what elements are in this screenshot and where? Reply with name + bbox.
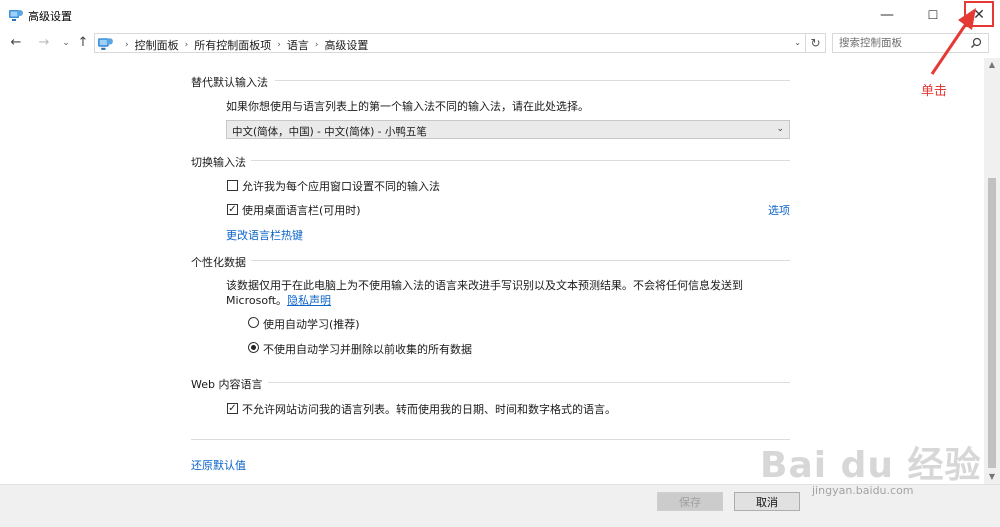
annotation-label: 单击 xyxy=(921,84,948,99)
scroll-down-icon[interactable]: ▼ xyxy=(984,470,1000,484)
section-title-personalization: 个性化数据 xyxy=(191,256,246,269)
default-input-description: 如果你想使用与语言列表上的第一个输入法不同的输入法，请在此处选择。 xyxy=(226,100,589,113)
web-language-list-checkbox[interactable]: ✓ xyxy=(227,403,238,414)
minimize-button[interactable]: — xyxy=(864,0,910,30)
checkmark-icon: ✓ xyxy=(228,203,237,215)
no-auto-learning-radio[interactable] xyxy=(248,342,259,353)
maximize-icon: ☐ xyxy=(927,8,939,22)
breadcrumb-separator[interactable]: › xyxy=(277,40,281,50)
restore-defaults-link[interactable]: 还原默认值 xyxy=(191,457,246,473)
privacy-statement-link[interactable]: 隐私声明 xyxy=(287,294,331,307)
up-arrow-icon[interactable]: ↑ xyxy=(75,35,91,50)
section-title-switch-input: 切换输入法 xyxy=(191,156,246,169)
forward-arrow-icon[interactable]: → xyxy=(36,35,52,50)
control-panel-icon xyxy=(98,38,113,50)
navigation-bar: ← → ⌄ ↑ › 控制面板 › 所有控制面板项 › 语言 › 高级设置 ⌄ ↻ xyxy=(0,30,1000,56)
chevron-down-icon: ⌄ xyxy=(776,124,784,134)
change-hotkeys-link[interactable]: 更改语言栏热键 xyxy=(226,227,303,243)
breadcrumb-item-language[interactable]: 语言 xyxy=(287,37,309,53)
minimize-icon: — xyxy=(880,7,894,23)
address-bar[interactable]: › 控制面板 › 所有控制面板项 › 语言 › 高级设置 ⌄ xyxy=(94,33,806,53)
personalization-description: 该数据仅用于在此电脑上为不使用输入法的语言来改进手写识别以及文本预测结果。不会将… xyxy=(226,279,743,292)
auto-learning-label[interactable]: 使用自动学习(推荐) xyxy=(263,316,360,332)
back-arrow-icon[interactable]: ← xyxy=(8,35,24,50)
breadcrumb-separator[interactable]: › xyxy=(315,40,319,50)
scroll-up-icon[interactable]: ▲ xyxy=(984,58,1000,72)
window-title: 高级设置 xyxy=(28,10,72,23)
personalization-description-microsoft: Microsoft。 xyxy=(226,294,288,307)
close-highlight-box xyxy=(964,1,994,27)
refresh-button[interactable]: ↻ xyxy=(806,33,826,53)
bottom-divider xyxy=(191,439,790,440)
breadcrumb-item-advanced-settings[interactable]: 高级设置 xyxy=(324,37,368,53)
maximize-button[interactable]: ☐ xyxy=(910,0,956,30)
section-divider xyxy=(251,160,790,161)
language-bar-options-link[interactable]: 选项 xyxy=(768,202,790,218)
dialog-footer: 保存 取消 xyxy=(0,484,1000,527)
search-input[interactable] xyxy=(839,37,964,49)
per-app-input-checkbox[interactable] xyxy=(227,180,238,191)
no-auto-learning-label[interactable]: 不使用自动学习并删除以前收集的所有数据 xyxy=(263,341,472,357)
refresh-icon: ↻ xyxy=(810,36,821,50)
section-title-default-input: 替代默认输入法 xyxy=(191,76,268,89)
default-input-select[interactable]: 中文(简体，中国) - 中文(简体) - 小鸭五笔 ⌄ xyxy=(226,120,790,139)
web-language-list-label[interactable]: 不允许网站访问我的语言列表。转而使用我的日期、时间和数字格式的语言。 xyxy=(242,401,616,417)
recent-locations-icon[interactable]: ⌄ xyxy=(58,38,74,48)
default-input-selected-value: 中文(简体，中国) - 中文(简体) - 小鸭五笔 xyxy=(232,126,427,138)
title-bar: 高级设置 — ☐ ✕ xyxy=(0,0,1000,30)
breadcrumb-separator[interactable]: › xyxy=(185,40,189,50)
breadcrumb: › 控制面板 › 所有控制面板项 › 语言 › 高级设置 xyxy=(119,37,368,53)
vertical-scrollbar[interactable]: ▲ ▼ xyxy=(984,58,1000,484)
personalization-description-cont: Microsoft。隐私声明 xyxy=(226,292,331,308)
breadcrumb-separator: › xyxy=(125,40,129,50)
section-divider xyxy=(275,80,790,81)
settings-content: 替代默认输入法 如果你想使用与语言列表上的第一个输入法不同的输入法，请在此处选择… xyxy=(0,58,984,484)
save-button[interactable]: 保存 xyxy=(657,492,723,511)
section-title-web-content: Web 内容语言 xyxy=(191,378,263,391)
search-icon[interactable] xyxy=(970,37,982,49)
per-app-input-label[interactable]: 允许我为每个应用窗口设置不同的输入法 xyxy=(242,178,440,194)
cancel-button[interactable]: 取消 xyxy=(734,492,800,511)
section-divider xyxy=(251,260,790,261)
chevron-down-icon[interactable]: ⌄ xyxy=(794,38,801,47)
section-divider xyxy=(268,382,790,383)
breadcrumb-item-all-items[interactable]: 所有控制面板项 xyxy=(194,37,271,53)
breadcrumb-item-control-panel[interactable]: 控制面板 xyxy=(135,37,179,53)
control-panel-icon xyxy=(9,10,23,21)
scrollbar-thumb[interactable] xyxy=(988,178,996,468)
language-bar-label[interactable]: 使用桌面语言栏(可用时) xyxy=(242,202,361,218)
search-box[interactable] xyxy=(832,33,989,53)
auto-learning-radio[interactable] xyxy=(248,317,259,328)
language-bar-checkbox[interactable]: ✓ xyxy=(227,204,238,215)
checkmark-icon: ✓ xyxy=(228,402,237,414)
